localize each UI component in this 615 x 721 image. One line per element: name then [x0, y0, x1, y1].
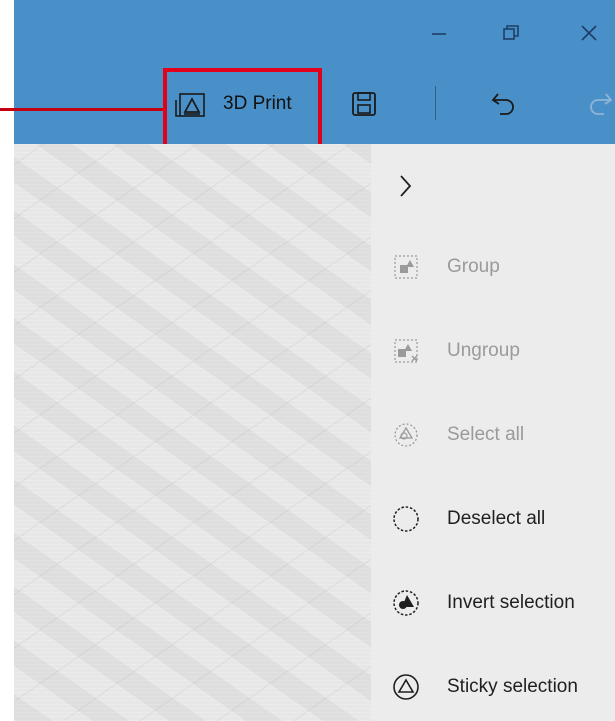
save-icon	[352, 92, 376, 116]
restore-button[interactable]	[496, 18, 526, 48]
invert-selection-label: Invert selection	[447, 592, 575, 613]
restore-icon	[503, 25, 519, 40]
invert-selection-button[interactable]: Invert selection	[391, 583, 575, 623]
minimize-button[interactable]	[424, 18, 454, 48]
deselect-all-label: Deselect all	[447, 508, 546, 529]
undo-icon	[491, 93, 514, 115]
redo-button[interactable]	[580, 84, 615, 124]
group-icon	[391, 252, 421, 282]
ungroup-button[interactable]: Ungroup	[391, 331, 520, 371]
group-button[interactable]: Group	[391, 247, 500, 287]
select-all-icon	[391, 420, 421, 450]
select-all-button[interactable]: Select all	[391, 415, 524, 455]
undo-button[interactable]	[484, 84, 524, 124]
panel-expand-button[interactable]	[393, 166, 417, 206]
callout-line	[0, 108, 165, 111]
deselect-all-button[interactable]: Deselect all	[391, 499, 545, 539]
sticky-selection-icon	[391, 672, 421, 702]
sticky-selection-label: Sticky selection	[447, 676, 578, 697]
sticky-selection-button[interactable]: Sticky selection	[391, 667, 578, 707]
canvas-area[interactable]	[14, 144, 371, 721]
group-label: Group	[447, 256, 500, 277]
redo-icon	[590, 93, 613, 115]
save-button[interactable]	[346, 86, 382, 122]
close-icon	[581, 25, 597, 41]
selection-panel: Group Ungroup Select all Deselect all In…	[371, 144, 615, 721]
minimize-icon	[432, 33, 446, 35]
select-all-label: Select all	[447, 424, 525, 445]
ungroup-label: Ungroup	[447, 340, 520, 361]
toolbar-divider	[435, 86, 436, 120]
chevron-right-icon	[400, 175, 412, 197]
close-button[interactable]	[574, 18, 604, 48]
highlight-box	[163, 68, 322, 153]
ungroup-icon	[391, 336, 421, 366]
deselect-all-icon	[391, 504, 421, 534]
invert-selection-icon	[391, 588, 421, 618]
